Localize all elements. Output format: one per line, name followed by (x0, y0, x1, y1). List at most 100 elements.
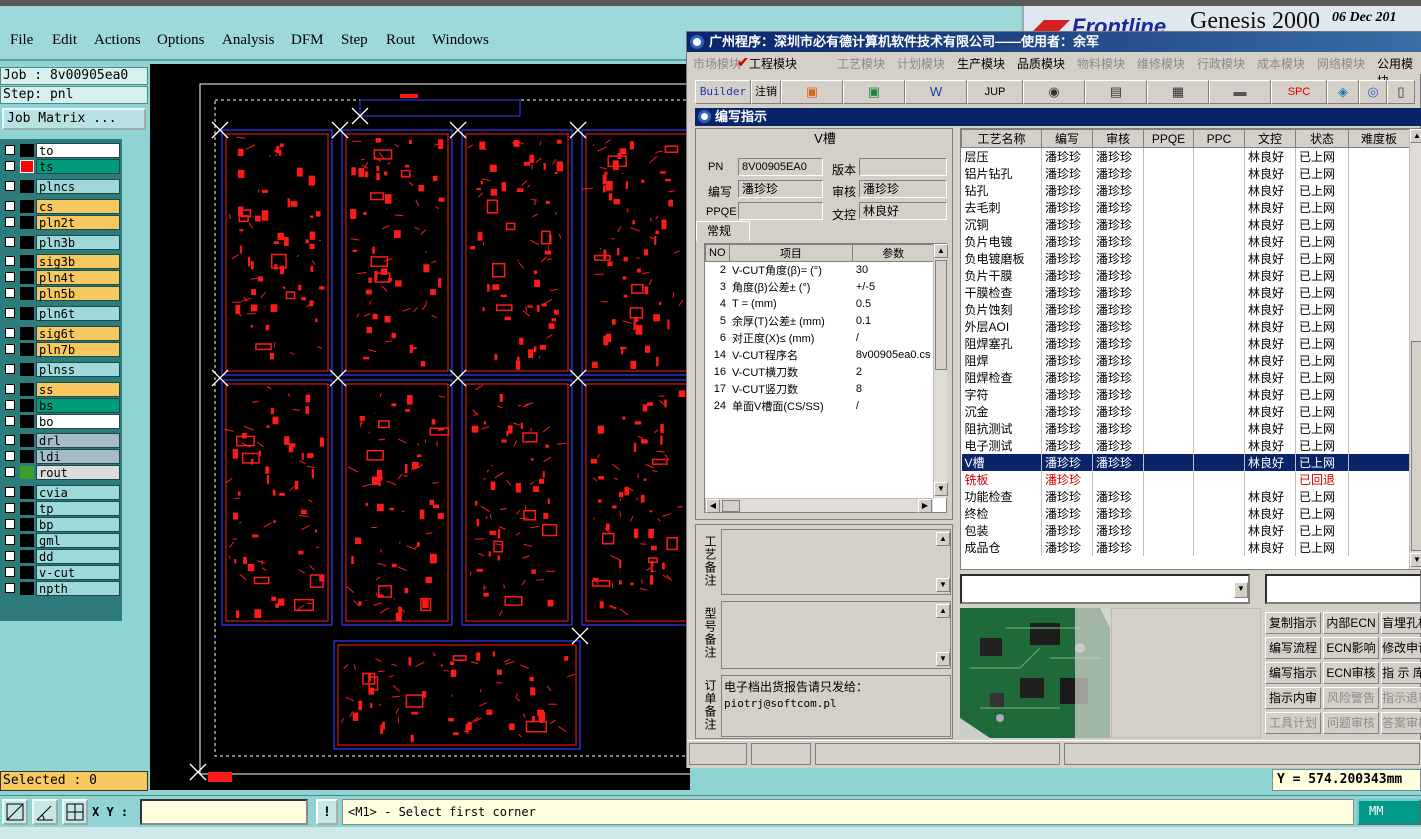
layer-checkbox[interactable] (5, 487, 15, 498)
action-button[interactable]: 指 示 库 (1381, 662, 1421, 684)
layer-color-swatch[interactable] (20, 362, 34, 376)
layer-name[interactable]: pln2t (36, 214, 120, 230)
layer-name[interactable]: ss (36, 381, 120, 397)
process-row[interactable]: 终检 潘珍珍 潘珍珍 林良好 已上网 (961, 505, 1410, 522)
proc-scroll-thumb[interactable] (1411, 341, 1421, 551)
layer-row[interactable]: pln5b (2, 286, 120, 302)
action-button[interactable]: 编写指示 (1265, 662, 1321, 684)
layer-row[interactable]: ss (2, 381, 120, 397)
xy-input[interactable] (140, 799, 308, 825)
toolbar-button[interactable]: ▤ (1085, 80, 1147, 104)
process-row[interactable]: 钻孔 潘珍珍 潘珍珍 林良好 已上网 (961, 182, 1410, 199)
layer-row[interactable]: npth (2, 580, 120, 596)
process-row[interactable]: 沉金 潘珍珍 潘珍珍 林良好 已上网 (961, 403, 1410, 420)
version-field[interactable] (859, 158, 947, 176)
layer-checkbox[interactable] (5, 566, 15, 577)
module-tab[interactable]: 网络模块 (1317, 55, 1365, 72)
zoom-icon[interactable] (2, 799, 28, 825)
action-button[interactable]: 内部ECN (1323, 612, 1379, 634)
action-button[interactable]: 指示内审 (1265, 687, 1321, 709)
proc-header[interactable]: 文控 (1244, 129, 1296, 148)
proc-header[interactable]: 编写 (1041, 129, 1093, 148)
toolbar-button[interactable]: ▯ (1387, 80, 1415, 104)
proc-header[interactable]: 难度板 (1348, 129, 1410, 148)
writer-field[interactable]: 潘珍珍 (738, 180, 823, 198)
layer-checkbox[interactable] (5, 503, 15, 513)
layer-name[interactable]: tp (36, 501, 120, 516)
layer-color-swatch[interactable] (20, 502, 34, 515)
process-row[interactable]: 铣板 潘珍珍 已回退 (961, 471, 1410, 488)
layer-checkbox[interactable] (5, 256, 15, 267)
note-scroll-up-icon[interactable]: ▲ (936, 532, 950, 546)
action-button[interactable]: 问题审核 (1323, 712, 1379, 734)
pn-field[interactable]: 8V00905EA0 (738, 158, 823, 176)
menu-step[interactable]: Step (341, 32, 368, 49)
scroll-down-icon[interactable]: ▼ (934, 482, 948, 496)
process-row[interactable]: 阻抗测试 潘珍珍 潘珍珍 林良好 已上网 (961, 420, 1410, 437)
toolbar-button[interactable]: W (905, 80, 967, 104)
layer-row[interactable]: to (2, 143, 120, 158)
chevron-down-icon[interactable]: ▼ (1234, 582, 1248, 598)
layer-checkbox[interactable] (5, 343, 15, 354)
layer-name[interactable]: ldi (36, 449, 120, 465)
units-button[interactable]: MM (1357, 799, 1421, 825)
menu-analysis[interactable]: Analysis (222, 32, 275, 49)
toolbar-button[interactable]: ◈ (1327, 80, 1359, 104)
layer-checkbox[interactable] (5, 216, 15, 227)
proc-header[interactable]: PPC (1193, 129, 1245, 148)
layer-color-swatch[interactable] (20, 271, 34, 285)
process-row[interactable]: 阻焊检查 潘珍珍 潘珍珍 林良好 已上网 (961, 369, 1410, 386)
param-hscroll[interactable]: ◀ ▶ (705, 498, 933, 513)
layer-name[interactable]: sig6t (36, 326, 120, 341)
layer-color-swatch[interactable] (20, 414, 34, 428)
layer-color-swatch[interactable] (20, 144, 34, 157)
pcb-panel-view[interactable] (150, 64, 690, 790)
layer-name[interactable]: bo (36, 413, 120, 429)
ppqe-field[interactable] (738, 202, 823, 220)
layer-row[interactable]: sig3b (2, 254, 120, 270)
layer-color-swatch[interactable] (20, 382, 34, 396)
layer-color-swatch[interactable] (20, 235, 34, 249)
layer-name[interactable]: drl (36, 433, 120, 449)
layer-color-swatch[interactable] (20, 466, 34, 480)
layer-name[interactable]: pln6t (36, 306, 120, 322)
process-row[interactable]: 去毛刺 潘珍珍 潘珍珍 林良好 已上网 (961, 199, 1410, 216)
layer-checkbox[interactable] (5, 399, 15, 410)
module-tab[interactable]: 成本模块 (1257, 55, 1305, 72)
layer-checkbox[interactable] (5, 383, 15, 394)
layer-color-swatch[interactable] (20, 159, 34, 173)
scroll-up-icon[interactable]: ▲ (934, 244, 948, 258)
toolbar-button[interactable]: ◎ (1359, 80, 1387, 104)
toolbar-button[interactable]: ▦ (1147, 80, 1209, 104)
param-row[interactable]: 16 V-CUT横刀数 2 (706, 364, 934, 381)
doc-field[interactable]: 林良好 (859, 202, 947, 220)
layer-row[interactable]: dd (2, 548, 120, 564)
layer-row[interactable]: drl (2, 433, 120, 449)
layer-checkbox[interactable] (5, 415, 15, 426)
proc-header[interactable]: 状态 (1295, 129, 1349, 148)
layer-checkbox[interactable] (5, 435, 15, 446)
layer-row[interactable]: sig6t (2, 326, 120, 341)
snap-grid-icon[interactable] (62, 799, 88, 825)
layer-name[interactable]: pln7b (36, 341, 120, 357)
layer-color-swatch[interactable] (20, 327, 34, 340)
layer-name[interactable]: to (36, 143, 120, 158)
process-row[interactable]: V槽 潘珍珍 潘珍珍 林良好 已上网 (961, 454, 1410, 471)
layer-checkbox[interactable] (5, 160, 15, 171)
action-button[interactable]: 风险警告 (1323, 687, 1379, 709)
combo-box-left[interactable]: ▼ (960, 574, 1250, 604)
menu-edit[interactable]: Edit (52, 32, 77, 49)
action-button[interactable]: 答案审核 (1381, 712, 1421, 734)
toolbar-button[interactable]: ▣ (843, 80, 905, 104)
process-row[interactable]: 负电镀磨板 潘珍珍 潘珍珍 林良好 已上网 (961, 250, 1410, 267)
action-button[interactable]: 盲埋孔板 (1381, 612, 1421, 634)
layer-row[interactable]: v-cut (2, 564, 120, 580)
layer-checkbox[interactable] (5, 467, 15, 478)
menu-dfm[interactable]: DFM (291, 32, 324, 49)
layer-name[interactable]: plncs (36, 178, 120, 194)
model-scroll-down-icon[interactable]: ▼ (936, 652, 950, 666)
layer-row[interactable]: bp (2, 516, 120, 532)
layer-color-swatch[interactable] (20, 215, 34, 229)
param-row[interactable]: 5 余厚(T)公差± (mm) 0.1 (706, 313, 934, 330)
scroll-thumb[interactable] (935, 260, 947, 370)
